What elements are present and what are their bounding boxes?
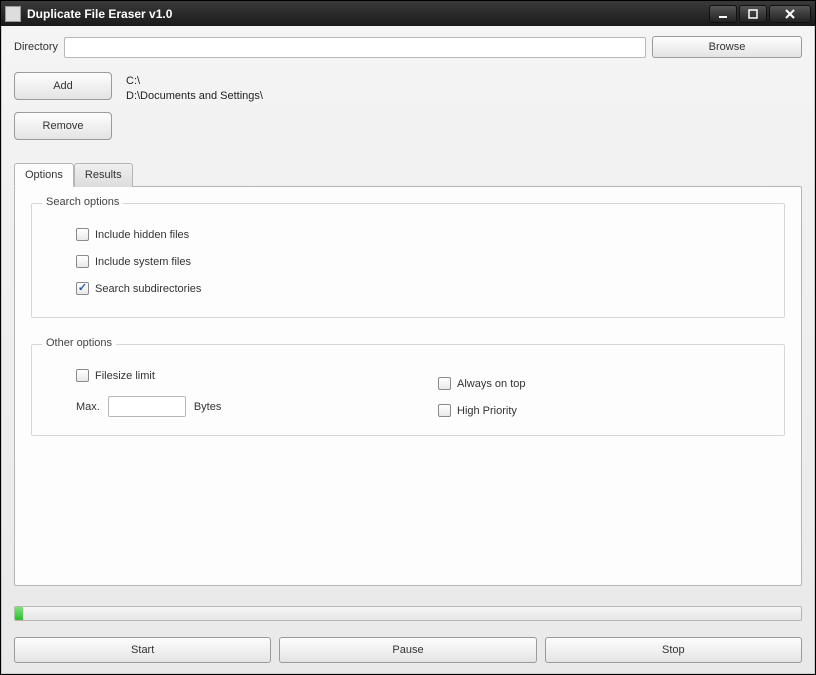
search-subdirs-checkbox[interactable] (76, 282, 89, 295)
directories-section: Add Remove C:\ D:\Documents and Settings… (14, 72, 802, 140)
app-icon (5, 6, 21, 22)
include-hidden-checkbox[interactable] (76, 228, 89, 241)
close-icon (785, 9, 795, 19)
always-on-top-checkbox[interactable] (438, 377, 451, 390)
window-title: Duplicate File Eraser v1.0 (27, 7, 709, 21)
other-options-group: Other options Filesize limit Max. Bytes (31, 344, 785, 436)
max-label: Max. (76, 401, 100, 413)
progress-fill (15, 607, 23, 620)
directory-row: Directory Browse (14, 36, 802, 58)
other-options-legend: Other options (42, 337, 116, 349)
directory-list: C:\ D:\Documents and Settings\ (126, 72, 263, 104)
search-subdirs-row: Search subdirectories (76, 282, 770, 295)
app-window: Duplicate File Eraser v1.0 Directory Bro… (0, 0, 816, 675)
filesize-limit-label: Filesize limit (95, 370, 155, 382)
maximize-button[interactable] (739, 5, 767, 23)
add-button[interactable]: Add (14, 72, 112, 100)
tabstrip: Options Results (14, 162, 802, 186)
stop-button[interactable]: Stop (545, 637, 802, 663)
list-item[interactable]: D:\Documents and Settings\ (126, 89, 263, 104)
max-bytes-row: Max. Bytes (76, 396, 378, 417)
other-options-grid: Filesize limit Max. Bytes Always (46, 369, 770, 417)
minimize-icon (718, 9, 728, 19)
include-system-label: Include system files (95, 256, 191, 268)
search-subdirs-label: Search subdirectories (95, 283, 201, 295)
minimize-button[interactable] (709, 5, 737, 23)
footer-buttons: Start Pause Stop (14, 637, 802, 663)
list-item[interactable]: C:\ (126, 74, 263, 89)
always-on-top-label: Always on top (457, 378, 525, 390)
directory-actions: Add Remove (14, 72, 112, 140)
high-priority-checkbox[interactable] (438, 404, 451, 417)
tab-options[interactable]: Options (14, 163, 74, 187)
directory-input[interactable] (64, 37, 646, 58)
search-options-group: Search options Include hidden files Incl… (31, 203, 785, 318)
high-priority-row: High Priority (438, 404, 770, 417)
titlebar: Duplicate File Eraser v1.0 (1, 1, 815, 26)
include-hidden-row: Include hidden files (76, 228, 770, 241)
max-bytes-input[interactable] (108, 396, 186, 417)
start-button[interactable]: Start (14, 637, 271, 663)
pause-button[interactable]: Pause (279, 637, 536, 663)
include-system-checkbox[interactable] (76, 255, 89, 268)
filesize-limit-checkbox[interactable] (76, 369, 89, 382)
browse-button[interactable]: Browse (652, 36, 802, 58)
directory-label: Directory (14, 41, 58, 53)
other-col-right: Always on top High Priority (438, 369, 770, 417)
search-options-legend: Search options (42, 196, 123, 208)
other-col-left: Filesize limit Max. Bytes (46, 369, 378, 417)
progress-bar (14, 606, 802, 621)
client-area: Directory Browse Add Remove C:\ D:\Docum… (1, 26, 815, 674)
tab-panel-options: Search options Include hidden files Incl… (14, 186, 802, 586)
bytes-label: Bytes (194, 401, 222, 413)
always-on-top-row: Always on top (438, 377, 770, 390)
maximize-icon (748, 9, 758, 19)
high-priority-label: High Priority (457, 405, 517, 417)
include-system-row: Include system files (76, 255, 770, 268)
tab-results[interactable]: Results (74, 163, 133, 187)
include-hidden-label: Include hidden files (95, 229, 189, 241)
close-button[interactable] (769, 5, 811, 23)
tabs: Options Results Search options Include h… (14, 162, 802, 586)
filesize-limit-row: Filesize limit (76, 369, 378, 382)
remove-button[interactable]: Remove (14, 112, 112, 140)
window-controls (709, 5, 811, 23)
